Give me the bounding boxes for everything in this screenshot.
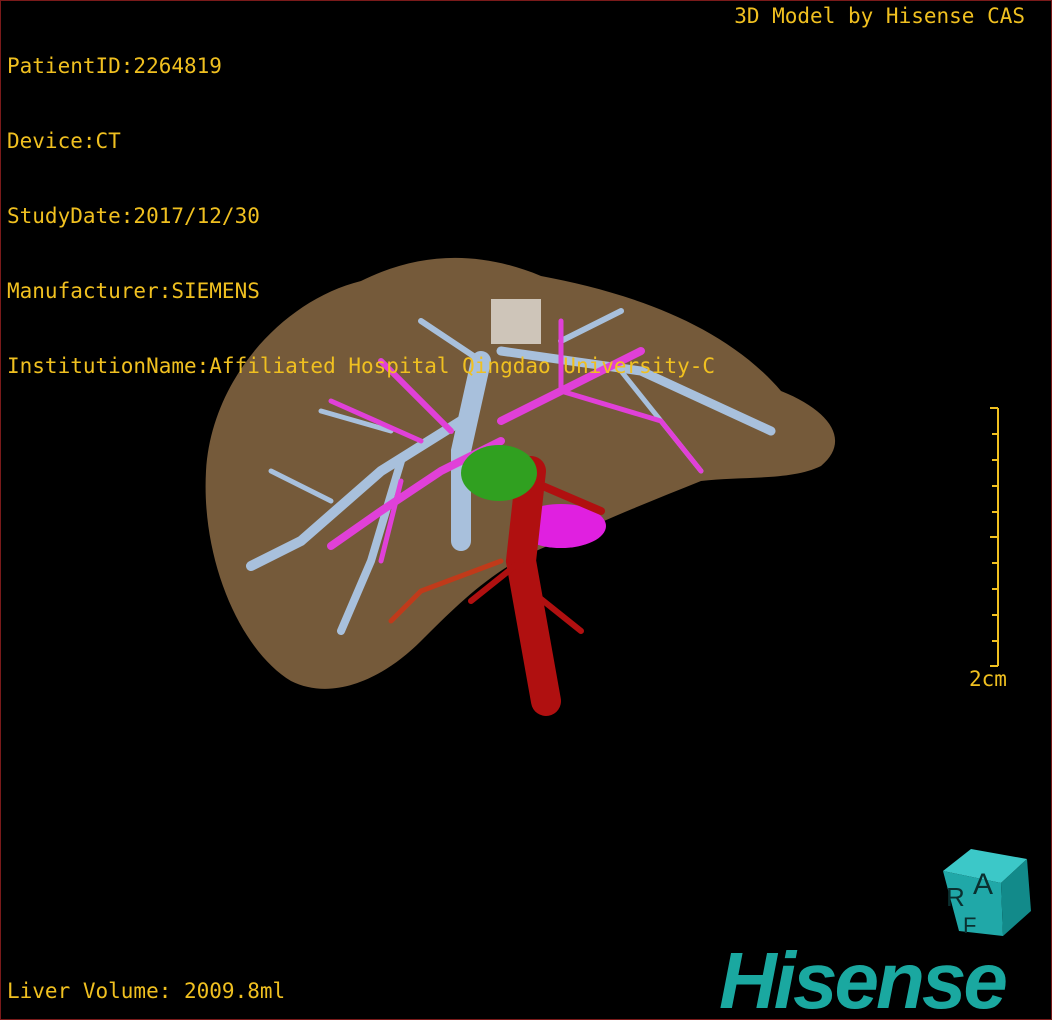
study-date: StudyDate:2017/12/30 [7, 204, 260, 228]
scale-bar-label: 2cm [969, 667, 1007, 691]
cube-face-r: R [946, 882, 965, 912]
3d-viewport[interactable]: R A F PatientID:2264819 Device:CT StudyD… [0, 0, 1052, 1020]
cube-face-a: A [973, 868, 993, 901]
model-credit: 3D Model by Hisense CAS [734, 4, 1025, 28]
orientation-cube[interactable]: R A F [943, 849, 1031, 938]
patient-id: PatientID:2264819 [7, 54, 222, 78]
device: Device:CT [7, 129, 121, 153]
manufacturer: Manufacturer:SIEMENS [7, 279, 260, 303]
scale-bar [990, 407, 999, 667]
dicom-info-overlay: PatientID:2264819 Device:CT StudyDate:20… [7, 4, 715, 429]
tumor [461, 445, 537, 501]
cube-face-f: F [963, 913, 976, 938]
hisense-logo: Hisense [719, 936, 1008, 1020]
liver-volume: Liver Volume: 2009.8ml [7, 979, 286, 1003]
institution-name: InstitutionName:Affiliated Hospital Qing… [7, 354, 716, 378]
